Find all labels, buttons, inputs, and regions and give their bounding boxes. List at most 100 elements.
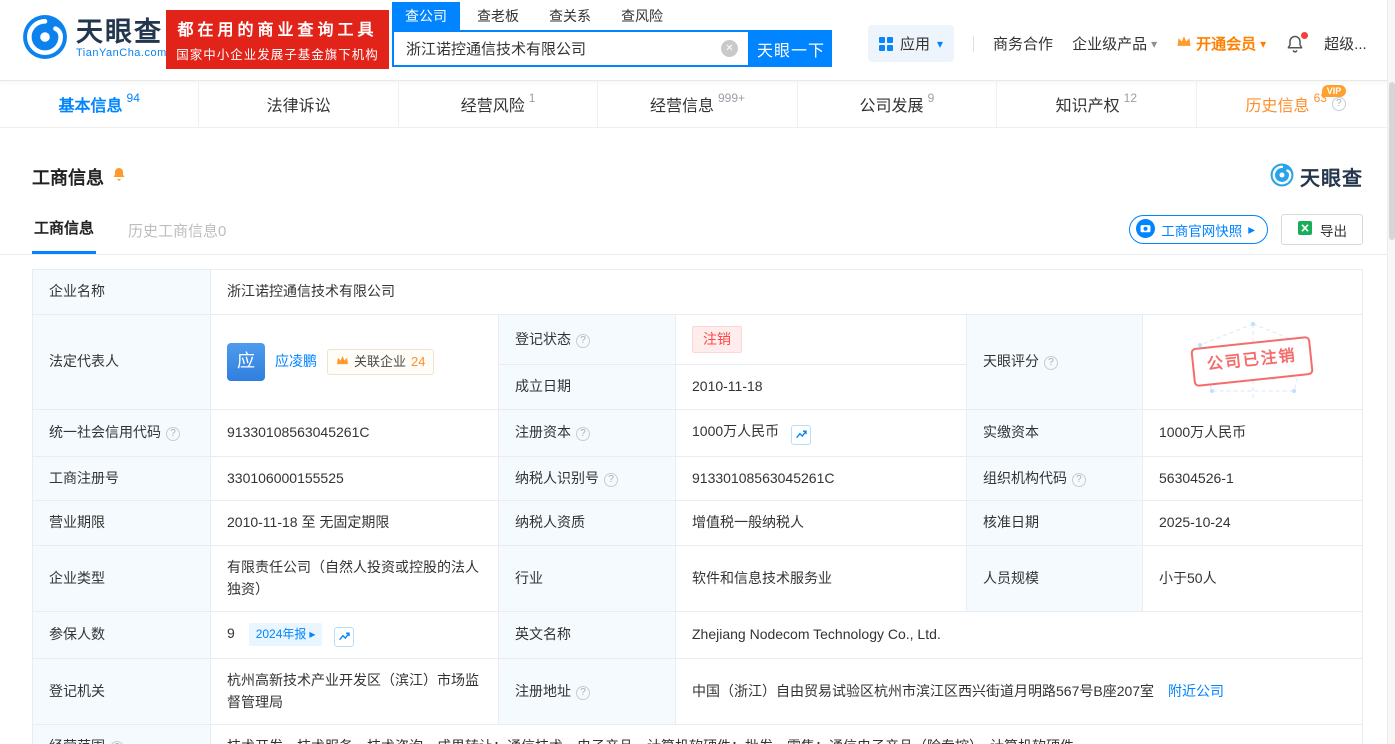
export-button[interactable]: 导出 xyxy=(1281,214,1363,245)
tianyancha-watermark: 天眼查 xyxy=(1270,162,1363,191)
subtab-history-business-info[interactable]: 历史工商信息0 xyxy=(126,210,228,254)
search-tab-relation[interactable]: 查关系 xyxy=(549,2,591,30)
value-reg-number: 330106000155525 xyxy=(210,455,499,502)
search-input[interactable] xyxy=(394,32,748,65)
tab-legal-proceedings[interactable]: 法律诉讼 xyxy=(198,80,397,127)
value-establish-date: 2010-11-18 xyxy=(675,364,967,411)
value-staff-size: 小于50人 xyxy=(1142,544,1363,613)
tab-count: 94 xyxy=(126,90,140,105)
logo-subtitle: TianYanCha.com xyxy=(76,47,167,60)
page-scrollbar xyxy=(1387,0,1395,744)
table-row: 企业类型 有限责任公司（自然人投资或控股的法人独资） 行业 软件和信息技术服务业… xyxy=(32,544,1363,613)
chevron-down-icon: ▾ xyxy=(1151,36,1158,51)
table-row: 经营范围? 技术开发、技术服务、技术咨询、成果转让：通信技术、电子产品、计算机软… xyxy=(32,724,1363,744)
tab-label: 知识产权 xyxy=(1055,97,1120,115)
legal-rep-avatar[interactable]: 应 xyxy=(227,342,265,381)
tab-intellectual-property[interactable]: 知识产权 12 xyxy=(996,80,1195,127)
label-company-name: 企业名称 xyxy=(32,269,211,315)
nav-vip-label: 开通会员 xyxy=(1196,36,1257,53)
export-label: 导出 xyxy=(1320,223,1347,239)
label-reg-capital: 注册资本? xyxy=(498,409,676,457)
banner-line1: 都在用的商业查询工具 xyxy=(177,22,378,39)
banner-line2: 国家中小企业发展子基金旗下机构 xyxy=(176,48,379,62)
tianyancha-watermark-icon xyxy=(1270,163,1294,190)
value-credit-code: 91330108563045261C xyxy=(210,409,499,457)
value-approval-date: 2025-10-24 xyxy=(1142,500,1363,546)
label-reg-status: 登记状态? xyxy=(498,313,676,366)
scrollbar-thumb[interactable] xyxy=(1389,82,1395,240)
excel-icon xyxy=(1297,220,1313,239)
search-button[interactable]: 天眼一下 xyxy=(750,30,832,67)
value-reg-status: 注销 xyxy=(675,313,967,366)
crown-icon xyxy=(336,352,349,372)
table-row: 登记机关 杭州高新技术产业开发区（滨江）市场监督管理局 注册地址? 中国（浙江）… xyxy=(32,657,1363,726)
tab-operating-risk[interactable]: 经营风险 1 xyxy=(397,80,597,127)
reg-capital-text: 1000万人民币 xyxy=(692,423,780,440)
arrow-right-icon: ▸ xyxy=(1248,221,1255,237)
label-industry: 行业 xyxy=(498,544,676,613)
value-legal-rep: 应 应凌鹏 关联企业 24 xyxy=(210,313,499,411)
status-badge: 注销 xyxy=(692,325,742,354)
legal-rep-name-link[interactable]: 应凌鹏 xyxy=(275,351,317,373)
label-approval-date: 核准日期 xyxy=(966,500,1143,546)
company-nav-tabs: 基本信息 94 法律诉讼 经营风险 1 经营信息 999+ 公司发展 9 知识产… xyxy=(0,80,1395,128)
label-reg-authority: 登记机关 xyxy=(32,657,211,726)
header: 天眼查 TianYanCha.com 都在用的商业查询工具 国家中小企业发展子基… xyxy=(0,0,1395,80)
official-snapshot-button[interactable]: 工商官网快照 ▸ xyxy=(1129,215,1268,244)
vip-badge: VIP xyxy=(1321,85,1347,97)
value-industry: 软件和信息技术服务业 xyxy=(675,544,967,613)
value-reg-authority: 杭州高新技术产业开发区（滨江）市场监督管理局 xyxy=(210,657,499,726)
apps-menu[interactable]: 应用 ▾ xyxy=(868,25,955,62)
alert-bell-icon[interactable] xyxy=(111,166,127,187)
value-company-type: 有限责任公司（自然人投资或控股的法人独资） xyxy=(210,544,499,613)
search-tab-risk[interactable]: 查风险 xyxy=(621,2,663,30)
crown-icon xyxy=(1176,35,1192,52)
search-tab-company[interactable]: 查公司 xyxy=(392,2,460,30)
info-icon[interactable]: ? xyxy=(1331,96,1346,111)
insured-trend-icon[interactable] xyxy=(334,626,355,647)
tab-basic-info[interactable]: 基本信息 94 xyxy=(0,80,198,127)
value-tyc-score: 公司已注销 xyxy=(1142,313,1363,411)
nav-open-membership[interactable]: 开通会员 ▾ xyxy=(1176,33,1266,54)
tab-company-development[interactable]: 公司发展 9 xyxy=(796,80,996,127)
info-icon[interactable]: ? xyxy=(576,333,590,348)
nearby-companies-link[interactable]: 附近公司 xyxy=(1168,683,1224,699)
info-icon[interactable]: ? xyxy=(576,426,590,441)
clear-search-icon[interactable]: ✕ xyxy=(721,40,738,57)
annual-report-tag[interactable]: 2024年报 ▸ xyxy=(248,623,323,646)
search-input-wrap: ✕ xyxy=(392,30,750,67)
label-paid-capital: 实缴资本 xyxy=(966,409,1143,457)
tab-label: 经营风险 xyxy=(460,97,525,115)
nav-enterprise-products[interactable]: 企业级产品 ▾ xyxy=(1072,33,1157,54)
info-icon[interactable]: ? xyxy=(576,685,590,700)
table-row: 企业名称 浙江诺控通信技术有限公司 xyxy=(32,269,1363,315)
search-tab-boss[interactable]: 查老板 xyxy=(477,2,519,30)
label-business-term: 营业期限 xyxy=(32,500,211,546)
snapshot-label: 工商官网快照 xyxy=(1161,223,1243,239)
tab-label: 基本信息 xyxy=(58,97,123,115)
table-row: 工商注册号 330106000155525 纳税人识别号? 9133010856… xyxy=(32,455,1363,502)
tab-operating-info[interactable]: 经营信息 999+ xyxy=(597,80,796,127)
tab-label: 公司发展 xyxy=(859,97,924,115)
nav-account[interactable]: 超级... xyxy=(1324,33,1367,54)
related-companies-badge[interactable]: 关联企业 24 xyxy=(327,348,435,375)
info-icon[interactable]: ? xyxy=(166,426,180,441)
nav-business-cooperation[interactable]: 商务合作 xyxy=(993,33,1053,54)
tab-history-info[interactable]: 历史信息 63 VIP ? xyxy=(1195,80,1395,127)
nav-enterprise-label: 企业级产品 xyxy=(1072,36,1148,53)
value-english-name: Zhejiang Nodecom Technology Co., Ltd. xyxy=(675,611,1363,659)
info-icon[interactable]: ? xyxy=(1044,356,1058,371)
arrow-right-icon: ▸ xyxy=(309,627,316,642)
label-english-name: 英文名称 xyxy=(498,611,676,659)
value-reg-capital: 1000万人民币 xyxy=(675,409,967,457)
tianyancha-logo[interactable]: 天眼查 TianYanCha.com xyxy=(22,14,167,63)
subtab-business-info[interactable]: 工商信息 xyxy=(32,207,97,254)
info-icon[interactable]: ? xyxy=(604,472,618,487)
value-taxpayer-id: 91330108563045261C xyxy=(675,455,967,502)
info-icon[interactable]: ? xyxy=(1072,472,1086,487)
value-org-code: 56304526-1 xyxy=(1142,455,1363,502)
capital-trend-icon[interactable] xyxy=(791,424,812,445)
notifications-bell-icon[interactable] xyxy=(1285,31,1309,54)
chevron-down-icon: ▾ xyxy=(937,36,944,51)
tab-count: 9 xyxy=(927,90,935,105)
